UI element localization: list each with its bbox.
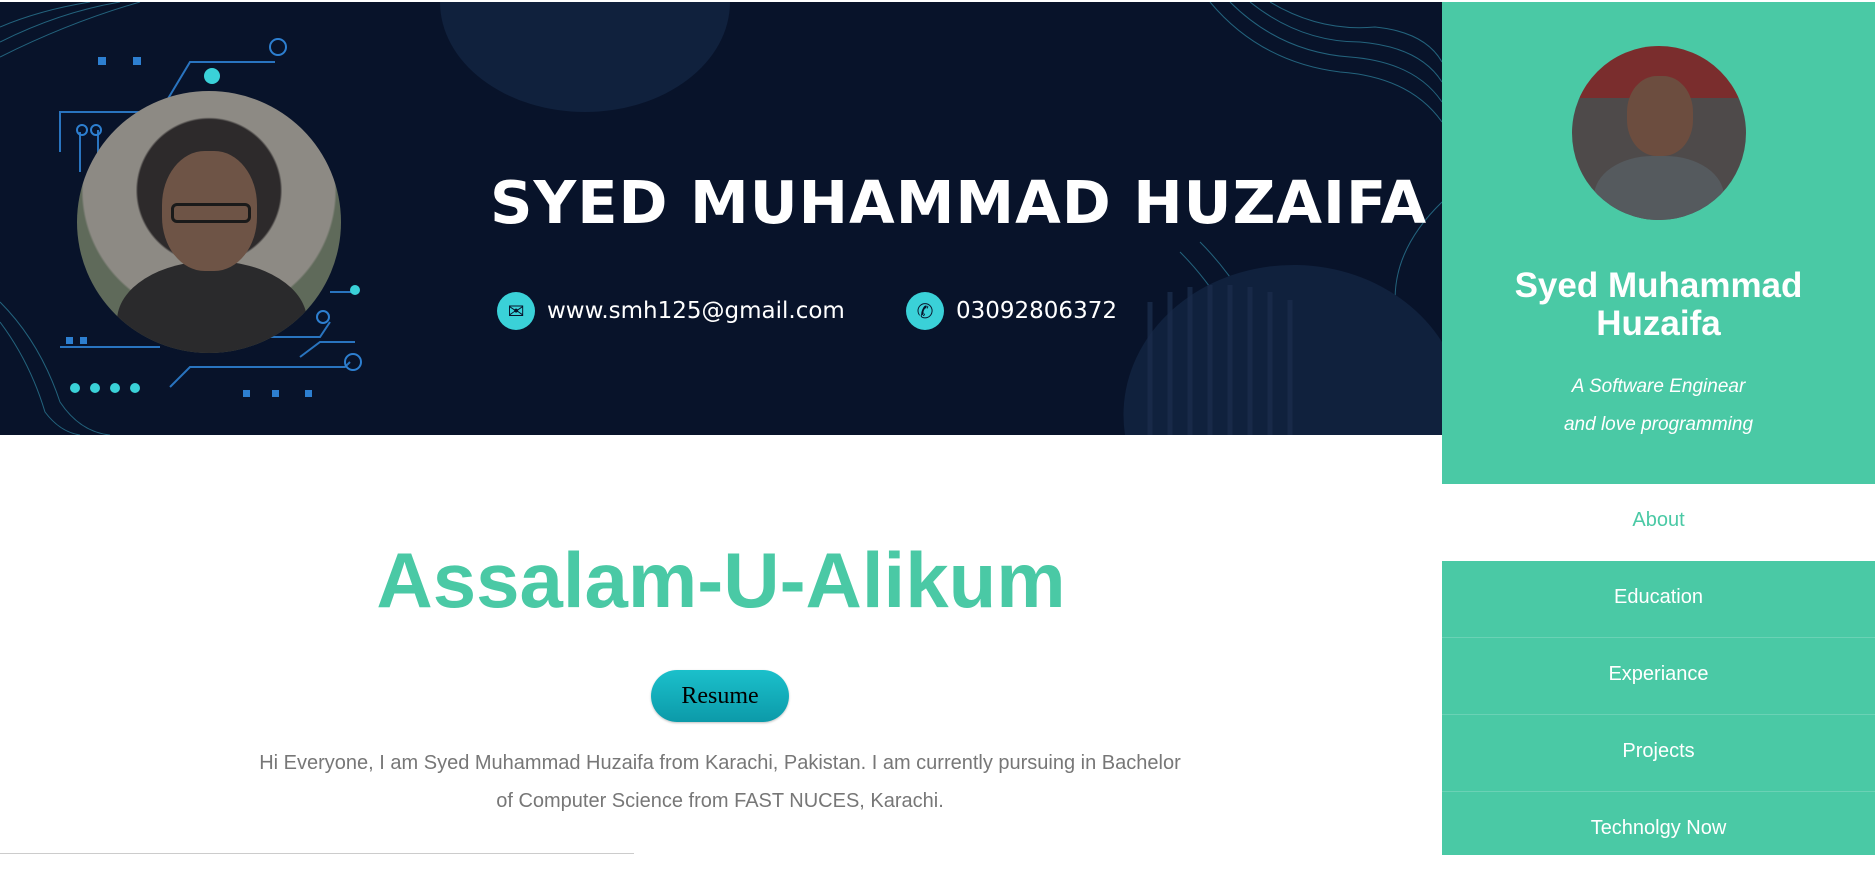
sidebar-name-line-2: Huzaifa <box>1596 304 1721 343</box>
tagline-line-2: and love programming <box>1563 414 1754 435</box>
nav-item-projects[interactable]: Projects <box>1442 715 1875 792</box>
intro-paragraph: Hi Everyone, I am Syed Muhammad Huzaifa … <box>230 744 1210 820</box>
header-banner: SYED MUHAMMAD HUZAIFA ✉ www.smh125@gmail… <box>0 2 1442 435</box>
intro-line-1: Hi Everyone, I am Syed Muhammad Huzaifa … <box>259 752 1181 774</box>
nav-item-education[interactable]: Education <box>1442 561 1875 638</box>
intro-line-2: of Computer Science from FAST NUCES, Kar… <box>496 790 944 812</box>
mail-icon: ✉ <box>497 292 535 330</box>
nav-item-technolgy-now[interactable]: Technolgy Now <box>1442 792 1875 869</box>
sidebar: Syed Muhammad Huzaifa A Software Enginea… <box>1442 2 1875 869</box>
greeting-heading: Assalam-U-Alikum <box>376 536 1066 624</box>
phone-text: 03092806372 <box>956 298 1117 324</box>
sidebar-nav: About Education Experiance Projects Tech… <box>1442 484 1875 869</box>
sidebar-tagline: A Software Enginear and love programming <box>1442 368 1875 444</box>
banner-email[interactable]: ✉ www.smh125@gmail.com <box>497 292 845 330</box>
email-text: www.smh125@gmail.com <box>547 298 845 324</box>
resume-button[interactable]: Resume <box>651 670 789 722</box>
sidebar-name: Syed Muhammad Huzaifa <box>1442 267 1875 343</box>
banner-phone[interactable]: ✆ 03092806372 <box>906 292 1117 330</box>
nav-item-about[interactable]: About <box>1442 484 1875 561</box>
phone-icon: ✆ <box>906 292 944 330</box>
banner-profile-photo <box>77 91 341 353</box>
nav-item-experiance[interactable]: Experiance <box>1442 638 1875 715</box>
sidebar-name-line-1: Syed Muhammad <box>1514 266 1803 305</box>
banner-title: SYED MUHAMMAD HUZAIFA <box>490 168 1428 237</box>
divider <box>0 853 634 854</box>
avatar <box>1572 46 1746 220</box>
tagline-line-1: A Software Enginear <box>1571 376 1746 397</box>
